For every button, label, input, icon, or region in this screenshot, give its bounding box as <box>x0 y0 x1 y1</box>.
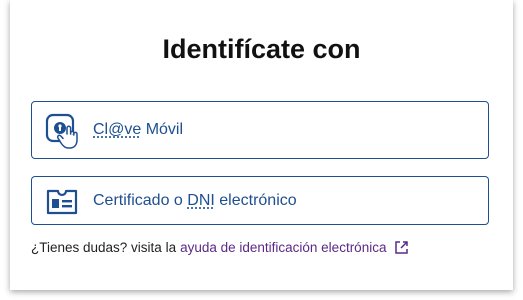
clave-abbr: Cl@ve <box>93 121 142 138</box>
certificado-dni-label: Certificado o DNI electrónico <box>93 192 297 210</box>
clave-movil-button[interactable]: Cl@ve Móvil <box>31 101 489 159</box>
login-panel: Identifícate con Cl@ve Móvil Certificado… <box>10 0 513 290</box>
id-card-icon <box>44 183 80 219</box>
cert-prefix: Certificado o <box>93 191 188 209</box>
certificado-dni-button[interactable]: Certificado o DNI electrónico <box>31 176 489 225</box>
clave-movil-label: Cl@ve Móvil <box>93 121 183 139</box>
clave-hand-icon <box>45 112 81 149</box>
external-link-icon[interactable] <box>394 240 409 255</box>
help-link[interactable]: ayuda de identificación electrónica <box>180 240 386 255</box>
help-text: ¿Tienes dudas? visita la <box>31 240 177 255</box>
clave-suffix: Móvil <box>141 121 184 138</box>
help-line: ¿Tienes dudas? visita la ayuda de identi… <box>31 240 409 255</box>
page-title: Identifícate con <box>162 34 361 64</box>
cert-suffix: electrónico <box>214 191 297 209</box>
dni-abbr: DNI <box>187 191 215 209</box>
